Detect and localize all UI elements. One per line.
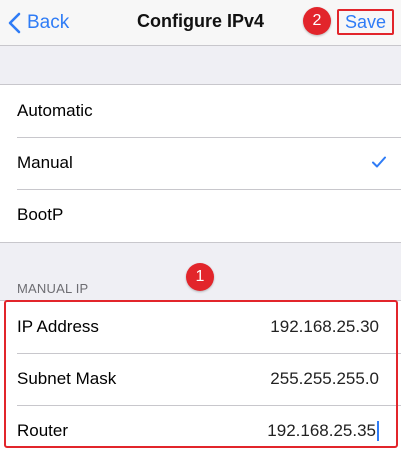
ip-address-input[interactable]: 192.168.25.30 (270, 317, 379, 337)
navigation-bar: Back Configure IPv4 2 Save (0, 0, 401, 46)
manual-ip-list: IP Address 192.168.25.30 Subnet Mask 255… (0, 300, 401, 454)
router-input-wrap[interactable]: 192.168.25.35 (267, 421, 379, 442)
section-header-manual-ip: MANUAL IP (17, 281, 89, 296)
subnet-mask-input[interactable]: 255.255.255.0 (270, 369, 379, 389)
ip-address-row[interactable]: IP Address 192.168.25.30 (0, 301, 401, 353)
option-automatic[interactable]: Automatic (0, 85, 401, 137)
option-label: BootP (17, 205, 64, 224)
field-label: Router (17, 421, 69, 440)
annotation-badge-2: 2 (303, 7, 331, 35)
configure-options-list: Automatic Manual BootP (0, 84, 401, 243)
checkmark-icon (372, 156, 386, 168)
router-input[interactable]: 192.168.25.35 (267, 421, 376, 440)
save-button[interactable]: Save (337, 9, 394, 35)
option-label: Manual (17, 153, 73, 172)
option-bootp[interactable]: BootP (0, 189, 401, 241)
text-cursor (377, 421, 379, 442)
annotation-badge-1: 1 (186, 263, 214, 291)
option-manual[interactable]: Manual (0, 137, 401, 189)
subnet-mask-row[interactable]: Subnet Mask 255.255.255.0 (0, 353, 401, 405)
option-label: Automatic (17, 101, 93, 120)
field-label: Subnet Mask (17, 369, 117, 388)
field-label: IP Address (17, 317, 99, 336)
router-row[interactable]: Router 192.168.25.35 (0, 405, 401, 454)
